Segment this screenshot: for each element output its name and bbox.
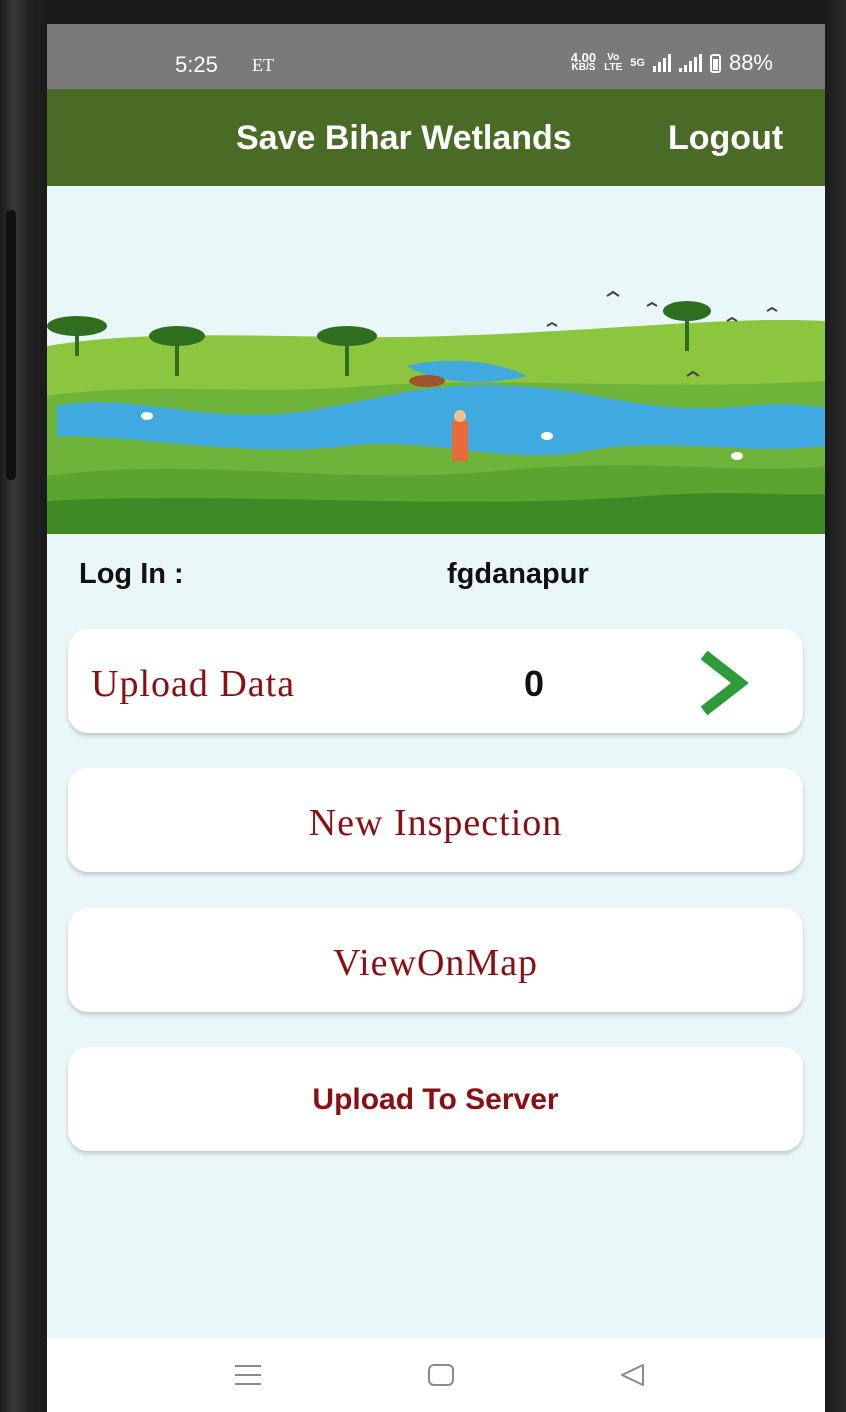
upload-to-server-button[interactable]: Upload To Server: [68, 1047, 803, 1151]
status-time: 5:25: [175, 52, 218, 77]
view-on-map-label: ViewOnMap: [332, 942, 539, 984]
battery-icon: [709, 53, 721, 73]
app-title: Save Bihar Wetlands: [236, 119, 572, 157]
volte-badge: Vo LTE: [604, 53, 622, 73]
phone-screen: 5:25 ET 4.00 KB/S Vo LTE 5G 88% Save Bih…: [47, 24, 825, 1412]
signal-icon: [652, 54, 671, 72]
upload-data-label: Upload Data: [91, 663, 296, 705]
status-indicators: 4.00 KB/S Vo LTE 5G 88%: [571, 50, 773, 76]
upload-data-button[interactable]: Upload Data 0: [68, 629, 803, 733]
status-bar: 5:25 ET 4.00 KB/S Vo LTE 5G 88%: [47, 24, 825, 89]
net-speed-unit: KB/S: [571, 62, 596, 73]
new-inspection-label: New Inspection: [308, 802, 563, 844]
system-nav-bar: [47, 1338, 825, 1412]
status-carrier: ET: [252, 55, 274, 75]
view-on-map-button[interactable]: ViewOnMap: [68, 908, 803, 1012]
menu-icon[interactable]: [234, 1362, 262, 1388]
volte-bottom: LTE: [604, 62, 623, 73]
login-label: Log In :: [79, 558, 184, 590]
home-icon[interactable]: [427, 1362, 455, 1388]
upload-data-count: 0: [524, 663, 545, 704]
login-username: fgdanapur: [447, 558, 589, 590]
battery-percent: 88%: [728, 50, 773, 75]
back-icon[interactable]: [619, 1362, 647, 1388]
chevron-right-icon[interactable]: [696, 649, 748, 717]
logout-button[interactable]: Logout: [668, 119, 783, 158]
wetland-banner-image: [47, 286, 825, 534]
network-type: 5G: [630, 57, 645, 69]
new-inspection-button[interactable]: New Inspection: [68, 768, 803, 872]
upload-to-server-label: Upload To Server: [312, 1083, 559, 1116]
signal-icon-secondary: [678, 54, 702, 72]
login-row: Log In : fgdanapur: [79, 554, 799, 594]
phone-side-button: [6, 210, 16, 480]
net-speed: 4.00 KB/S: [571, 51, 596, 73]
app-bar: Save Bihar Wetlands Logout: [47, 89, 825, 186]
